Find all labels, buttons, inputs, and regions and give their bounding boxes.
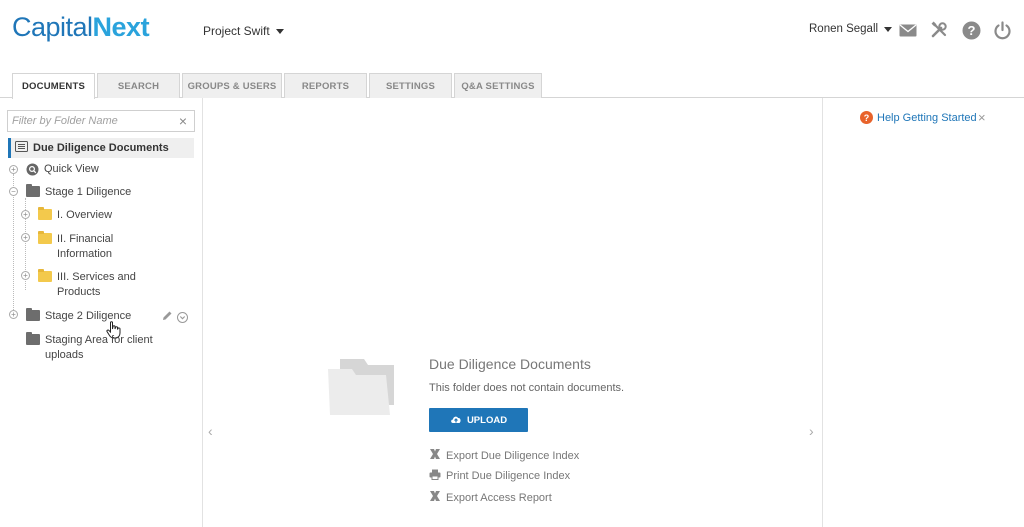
folder-icon: [38, 207, 52, 220]
edit-pencil-icon[interactable]: [161, 309, 173, 327]
tree-item-label: Quick View: [44, 163, 99, 175]
help-label: Help Getting Started: [877, 111, 977, 124]
svg-text:?: ?: [967, 23, 975, 38]
tree-item-staging-area[interactable]: Staging Area for client uploads: [26, 332, 166, 363]
tree-item-label: III. Services and Products: [57, 271, 136, 298]
tab-qa-settings[interactable]: Q&A SETTINGS: [454, 73, 542, 98]
printer-icon: [429, 469, 441, 483]
tree-item-services[interactable]: III. Services and Products: [38, 269, 148, 300]
collapse-icon[interactable]: −: [9, 187, 18, 196]
cloud-upload-icon: [450, 414, 462, 427]
chevron-down-icon: [884, 26, 893, 32]
expand-icon[interactable]: +: [21, 233, 30, 242]
export-access-link[interactable]: Export Access Report: [429, 490, 552, 505]
capitalnext-logo[interactable]: CapitalNext: [12, 12, 150, 43]
project-name: Project Swift: [203, 24, 270, 38]
folder-tree-panel: × Due Diligence Documents + Quick View −…: [0, 98, 203, 527]
empty-folder-message: This folder does not contain documents.: [429, 382, 625, 394]
chevron-right-icon[interactable]: ›: [809, 423, 814, 439]
project-selector[interactable]: Project Swift: [203, 24, 284, 38]
folder-filter: ×: [7, 110, 195, 132]
app-header: CapitalNext Project Swift Ronen Segall ?: [0, 0, 1024, 62]
chevron-left-icon[interactable]: ‹: [208, 423, 213, 439]
help-panel: [822, 98, 1024, 527]
upload-button[interactable]: UPLOAD: [429, 408, 528, 432]
logo-text-capital: Capital: [12, 12, 93, 42]
chevron-down-icon: [275, 28, 284, 34]
folder-title: Due Diligence Documents: [429, 356, 591, 372]
expand-icon[interactable]: +: [9, 165, 18, 174]
expand-icon[interactable]: +: [9, 310, 18, 319]
tab-reports[interactable]: REPORTS: [284, 73, 367, 98]
folder-icon: [38, 269, 52, 282]
tools-icon[interactable]: [929, 20, 949, 40]
export-index-label: Export Due Diligence Index: [446, 449, 580, 462]
logo-text-next: Next: [92, 12, 150, 42]
mail-icon[interactable]: [898, 20, 918, 40]
tab-settings[interactable]: SETTINGS: [369, 73, 452, 98]
question-icon: ?: [860, 111, 873, 124]
main-tabs: DOCUMENTS SEARCH GROUPS & USERS REPORTS …: [0, 73, 1024, 99]
help-getting-started-link[interactable]: ? Help Getting Started: [860, 111, 977, 124]
clear-filter-icon[interactable]: ×: [179, 113, 187, 129]
tree-item-label: Staging Area for client uploads: [45, 334, 153, 361]
user-name: Ronen Segall: [809, 23, 879, 35]
empty-folder-icon: [326, 357, 398, 422]
expand-icon[interactable]: +: [21, 210, 30, 219]
root-folder-label: Due Diligence Documents: [33, 142, 169, 154]
tree-item-overview[interactable]: I. Overview: [38, 207, 113, 223]
folder-filter-input[interactable]: [8, 111, 168, 131]
folder-icon: [26, 184, 40, 197]
expand-icon[interactable]: +: [21, 271, 30, 280]
tree-item-label: Stage 1 Diligence: [45, 186, 132, 198]
folder-icon: [26, 308, 40, 321]
list-icon: [15, 141, 28, 155]
chevron-down-circle-icon[interactable]: [177, 310, 188, 328]
export-index-link[interactable]: Export Due Diligence Index: [429, 448, 579, 463]
print-index-link[interactable]: Print Due Diligence Index: [429, 469, 570, 483]
tree-item-stage-1[interactable]: Stage 1 Diligence: [26, 184, 132, 200]
help-icon[interactable]: ?: [961, 20, 981, 40]
print-index-label: Print Due Diligence Index: [446, 470, 571, 482]
export-access-label: Export Access Report: [446, 491, 552, 504]
excel-icon: [429, 448, 441, 463]
magnifier-icon: [26, 163, 39, 181]
user-menu[interactable]: Ronen Segall: [809, 23, 893, 35]
folder-icon: [38, 231, 52, 244]
tree-item-label: I. Overview: [57, 209, 113, 221]
tab-groups-users[interactable]: GROUPS & USERS: [182, 73, 282, 98]
folder-icon: [26, 332, 40, 345]
close-icon[interactable]: ×: [978, 110, 986, 125]
document-content-area: ‹ › Due Diligence Documents This folder …: [204, 98, 821, 527]
tree-item-financial[interactable]: II. Financial Information: [38, 231, 128, 262]
tree-item-label: II. Financial Information: [57, 233, 114, 260]
root-folder-due-diligence[interactable]: Due Diligence Documents: [8, 138, 194, 158]
power-icon[interactable]: [992, 20, 1012, 40]
upload-button-label: UPLOAD: [466, 414, 508, 426]
excel-icon: [429, 490, 441, 505]
tab-documents[interactable]: DOCUMENTS: [12, 73, 95, 99]
tab-search[interactable]: SEARCH: [97, 73, 180, 98]
tree-item-quick-view[interactable]: Quick View: [26, 162, 99, 181]
